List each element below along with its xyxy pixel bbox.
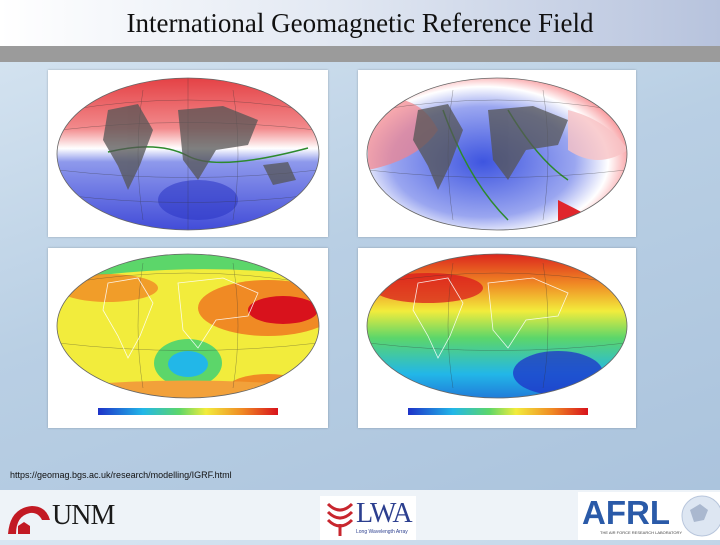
afrl-tagline: THE AIR FORCE RESEARCH LABORATORY	[600, 530, 683, 535]
lwa-logo: LWA Long Wavelength Array	[320, 496, 416, 540]
vertical-component-map	[358, 248, 636, 428]
afrl-logo: AFRL THE AIR FORCE RESEARCH LABORATORY	[578, 492, 720, 540]
globe-icon	[681, 495, 720, 537]
lwa-wordmark: LWA	[356, 498, 413, 529]
slide-title: International Geomagnetic Reference Fiel…	[126, 8, 594, 38]
afrl-wordmark: AFRL	[582, 494, 670, 531]
declination-map	[48, 70, 328, 237]
unm-logo: UNM	[0, 496, 140, 540]
lwa-tagline: Long Wavelength Array	[356, 529, 408, 535]
title-bar: International Geomagnetic Reference Fiel…	[0, 0, 720, 47]
source-url[interactable]: https://geomag.bgs.ac.uk/research/modell…	[10, 470, 232, 480]
total-intensity-map	[48, 248, 328, 428]
inclination-map	[358, 70, 636, 237]
unm-emblem-icon	[8, 506, 50, 534]
unm-wordmark: UNM	[52, 500, 115, 531]
title-divider	[0, 46, 720, 62]
lwa-antenna-icon	[326, 502, 354, 536]
